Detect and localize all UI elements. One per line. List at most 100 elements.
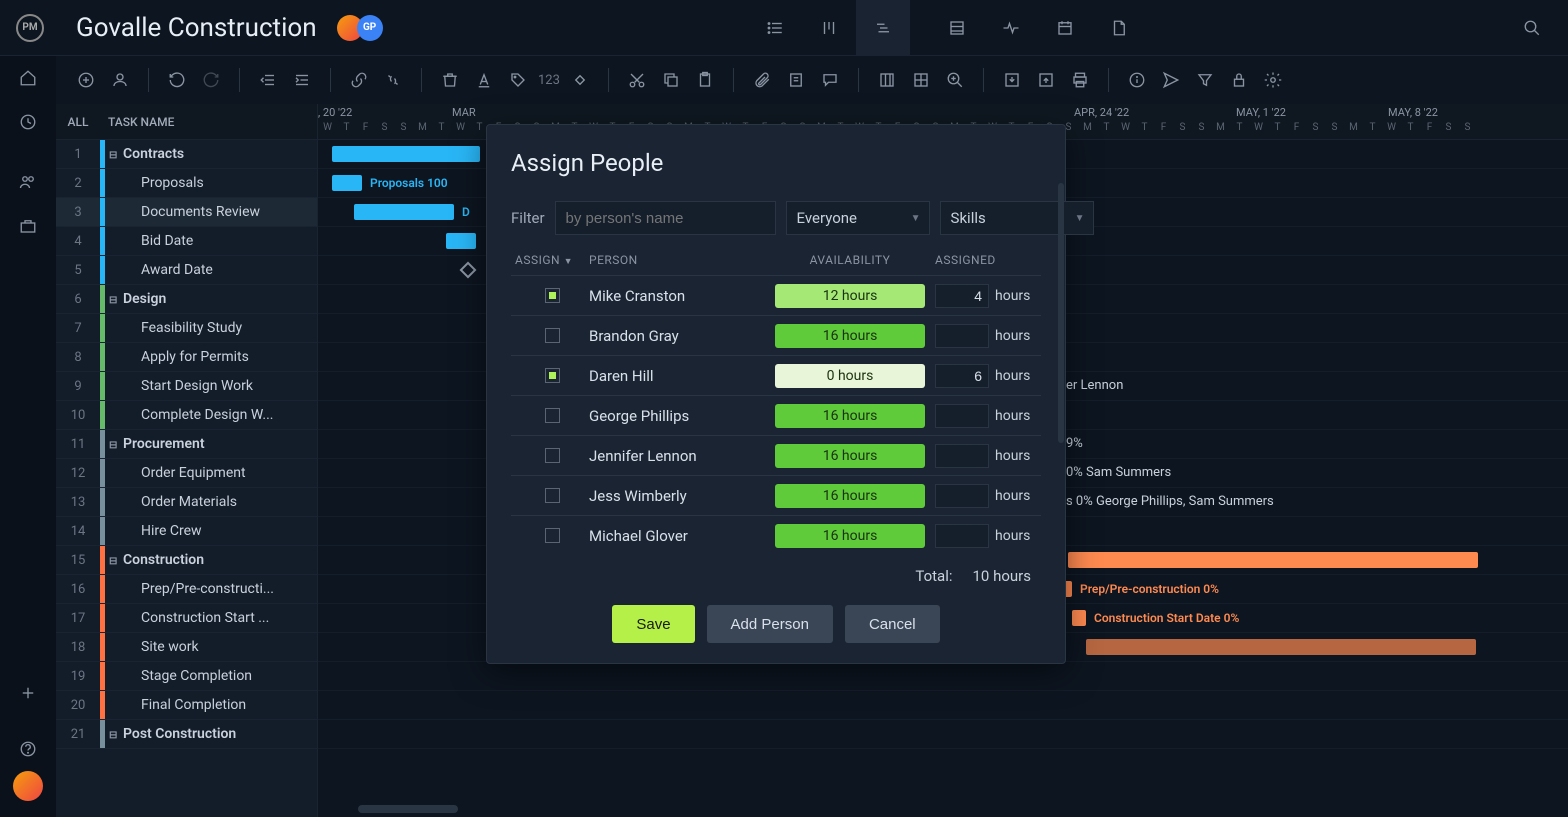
text-color-icon[interactable] (470, 66, 498, 94)
col-person[interactable]: PERSON (589, 253, 773, 267)
assign-icon[interactable] (106, 66, 134, 94)
copy-icon[interactable] (657, 66, 685, 94)
task-row[interactable]: 2Proposals (56, 169, 317, 198)
columns-icon[interactable] (873, 66, 901, 94)
assigned-hours-input[interactable] (935, 364, 989, 388)
outdent-icon[interactable] (254, 66, 282, 94)
cut-icon[interactable] (623, 66, 651, 94)
task-row[interactable]: 13Order Materials (56, 488, 317, 517)
delete-icon[interactable] (436, 66, 464, 94)
export-icon[interactable] (1032, 66, 1060, 94)
task-row[interactable]: 4Bid Date (56, 227, 317, 256)
zoom-icon[interactable] (941, 66, 969, 94)
task-row[interactable]: 10Complete Design W... (56, 401, 317, 430)
attachment-icon[interactable] (748, 66, 776, 94)
save-button[interactable]: Save (612, 605, 694, 643)
collapse-icon[interactable]: ⊟ (109, 556, 119, 567)
task-row[interactable]: 6⊟Design (56, 285, 317, 314)
nav-add-icon[interactable] (0, 671, 56, 715)
view-list-icon[interactable] (748, 0, 802, 56)
nav-people-icon[interactable] (0, 160, 56, 204)
task-row[interactable]: 15⊟Construction (56, 546, 317, 575)
assigned-hours-input[interactable] (935, 404, 989, 428)
info-icon[interactable] (1123, 66, 1151, 94)
assign-checkbox[interactable] (545, 448, 560, 463)
task-row[interactable]: 11⊟Procurement (56, 430, 317, 459)
tag-icon[interactable] (504, 66, 532, 94)
nav-recent-icon[interactable] (0, 100, 56, 144)
filter-skills-dropdown[interactable]: Skills▼ (940, 201, 1094, 235)
avatar[interactable]: GP (357, 15, 383, 41)
add-person-button[interactable]: Add Person (707, 605, 833, 643)
nav-help-icon[interactable] (0, 727, 56, 771)
link-icon[interactable] (345, 66, 373, 94)
task-row[interactable]: 16Prep/Pre-constructi... (56, 575, 317, 604)
search-icon[interactable] (1523, 19, 1541, 37)
filter-icon[interactable] (1191, 66, 1219, 94)
task-row[interactable]: 7Feasibility Study (56, 314, 317, 343)
assigned-hours-input[interactable] (935, 284, 989, 308)
view-calendar-icon[interactable] (1038, 0, 1092, 56)
collapse-icon[interactable]: ⊟ (109, 150, 119, 161)
comment-icon[interactable] (816, 66, 844, 94)
column-all[interactable]: ALL (56, 115, 100, 129)
task-row[interactable]: 12Order Equipment (56, 459, 317, 488)
settings-icon[interactable] (1259, 66, 1287, 94)
assigned-hours-input[interactable] (935, 484, 989, 508)
user-avatar[interactable] (13, 771, 43, 801)
cancel-button[interactable]: Cancel (845, 605, 940, 643)
avatar-group[interactable]: GP (337, 15, 383, 41)
unlink-icon[interactable] (379, 66, 407, 94)
indent-icon[interactable] (288, 66, 316, 94)
collapse-icon[interactable]: ⊟ (109, 730, 119, 741)
print-icon[interactable] (1066, 66, 1094, 94)
collapse-icon[interactable]: ⊟ (109, 440, 119, 451)
assigned-hours-input[interactable] (935, 324, 989, 348)
diamond-icon[interactable] (566, 66, 594, 94)
horizontal-scrollbar[interactable] (358, 805, 458, 813)
assign-checkbox[interactable] (545, 408, 560, 423)
col-availability[interactable]: AVAILABILITY (773, 253, 927, 267)
assigned-hours-input[interactable] (935, 444, 989, 468)
task-row[interactable]: 14Hire Crew (56, 517, 317, 546)
modal-scrollbar[interactable] (1057, 181, 1065, 603)
filter-input[interactable] (555, 201, 776, 235)
col-assign[interactable]: ASSIGN ▼ (515, 253, 589, 267)
paste-icon[interactable] (691, 66, 719, 94)
assign-checkbox[interactable] (545, 528, 560, 543)
lock-icon[interactable] (1225, 66, 1253, 94)
view-file-icon[interactable] (1092, 0, 1146, 56)
assign-checkbox[interactable] (545, 368, 560, 383)
import-icon[interactable] (998, 66, 1026, 94)
view-board-icon[interactable] (802, 0, 856, 56)
task-row[interactable]: 8Apply for Permits (56, 343, 317, 372)
assign-checkbox[interactable] (545, 328, 560, 343)
nav-briefcase-icon[interactable] (0, 204, 56, 248)
filter-everyone-dropdown[interactable]: Everyone▼ (786, 201, 930, 235)
task-row[interactable]: 5Award Date (56, 256, 317, 285)
view-activity-icon[interactable] (984, 0, 1038, 56)
redo-icon[interactable] (197, 66, 225, 94)
task-row[interactable]: 1⊟Contracts (56, 140, 317, 169)
view-sheet-icon[interactable] (930, 0, 984, 56)
assign-checkbox[interactable] (545, 488, 560, 503)
add-task-icon[interactable] (72, 66, 100, 94)
column-taskname[interactable]: TASK NAME (100, 115, 317, 129)
task-row[interactable]: 9Start Design Work (56, 372, 317, 401)
col-assigned[interactable]: ASSIGNED (927, 253, 1037, 267)
grid-icon[interactable] (907, 66, 935, 94)
assigned-hours-input[interactable] (935, 524, 989, 548)
milestone-icon[interactable] (460, 262, 477, 279)
collapse-icon[interactable]: ⊟ (109, 295, 119, 306)
undo-icon[interactable] (163, 66, 191, 94)
note-icon[interactable] (782, 66, 810, 94)
task-row[interactable]: 18Site work (56, 633, 317, 662)
send-icon[interactable] (1157, 66, 1185, 94)
view-gantt-icon[interactable] (856, 0, 910, 56)
task-row[interactable]: 21⊟Post Construction (56, 720, 317, 749)
task-row[interactable]: 3Documents Review (56, 198, 317, 227)
task-row[interactable]: 20Final Completion (56, 691, 317, 720)
nav-home-icon[interactable] (0, 56, 56, 100)
app-logo[interactable]: PM (16, 14, 44, 42)
assign-checkbox[interactable] (545, 288, 560, 303)
